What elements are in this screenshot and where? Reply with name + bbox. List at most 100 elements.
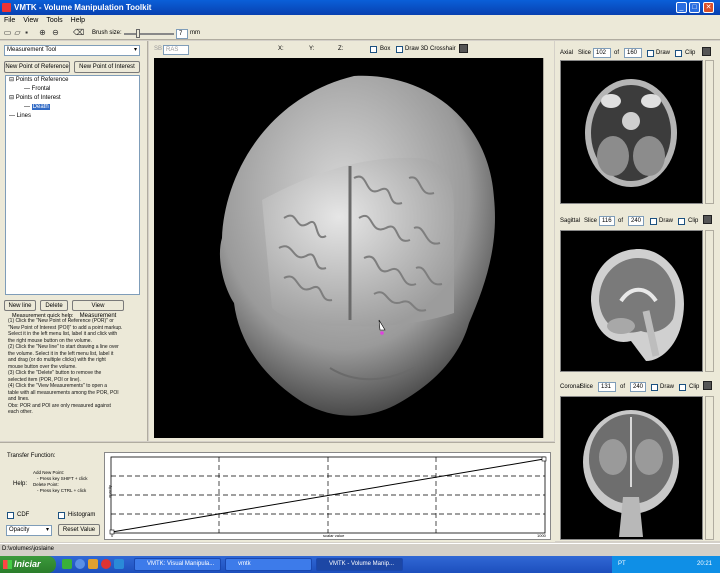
histogram-label: Histogram (68, 512, 96, 518)
coronal-mri-image (583, 410, 679, 537)
coronal-label: Coronal (560, 384, 582, 390)
coordinate-system-select[interactable]: RAS (163, 45, 189, 55)
sagittal-slice-input[interactable]: 116 (599, 216, 615, 226)
brush-size-slider[interactable] (124, 33, 174, 35)
taskbar-item-vmtk-visual[interactable]: VMTK: Visual Manipula... (134, 558, 221, 571)
axial-of-label: of (614, 50, 620, 56)
transfer-function-editor[interactable]: scalar value 0 1000 opacity (104, 452, 551, 540)
menu-tools[interactable]: Tools (42, 15, 66, 26)
delete-button[interactable]: Delete (40, 300, 68, 311)
quicklaunch-icon[interactable] (88, 559, 98, 569)
tool-dropdown[interactable]: Measurement Tool ▾ (4, 45, 140, 56)
view-measurement-button[interactable]: View Measurement (72, 300, 124, 319)
close-button[interactable]: ✕ (703, 2, 714, 13)
sagittal-slice-view[interactable] (560, 230, 703, 372)
axial-slice-total: 160 (624, 48, 642, 58)
viewport-scrollbar[interactable] (543, 58, 552, 438)
snapshot-icon[interactable] (459, 44, 468, 53)
axial-slice-view[interactable] (560, 60, 703, 204)
new-line-button[interactable]: New line (4, 300, 36, 311)
x-label: X: (278, 46, 284, 52)
sagittal-label: Sagittal (560, 218, 581, 224)
y-axis-label: opacity (106, 485, 112, 498)
measurement-tree[interactable]: ⊟ Points of Reference — Frontal ⊟ Points… (5, 75, 140, 295)
sagittal-scrollbar[interactable] (705, 230, 714, 372)
coronal-slice-view[interactable] (560, 396, 703, 540)
quicklaunch-icon[interactable] (101, 559, 111, 569)
taskbar-item-vmtk-console[interactable]: vmtk (225, 558, 312, 571)
brush-size-value[interactable]: 7 (176, 29, 188, 39)
cdf-label: CDF (17, 512, 30, 518)
quicklaunch-icon[interactable] (114, 559, 124, 569)
menu-view[interactable]: View (19, 15, 42, 26)
collapse-icon[interactable]: ⊟ (9, 77, 14, 83)
tree-item-por[interactable]: ⊟ Points of Reference (6, 76, 139, 85)
sb-label: SB (154, 46, 163, 52)
tree-item-label: Points of Reference (15, 77, 69, 83)
maximize-button[interactable]: □ (689, 2, 700, 13)
new-point-of-reference-button[interactable]: New Point of Reference (4, 61, 70, 73)
volume-render (219, 75, 495, 416)
reset-value-button[interactable]: Reset Value (58, 524, 100, 536)
tree-item-death[interactable]: — Death (6, 103, 139, 112)
minimize-button[interactable]: _ (676, 2, 687, 13)
title-bar: VMTK - Volume Manipulation Toolkit (0, 0, 720, 15)
transfer-help-label: Help: (13, 481, 28, 487)
new-icon[interactable]: ▭ (3, 28, 12, 37)
quicklaunch-icon[interactable] (75, 559, 85, 569)
coronal-clip-checkbox[interactable] (679, 384, 686, 391)
z-label: Z: (338, 46, 344, 52)
new-point-of-interest-button[interactable]: New Point of Interest (74, 61, 140, 73)
tf-control-point[interactable] (541, 456, 547, 462)
tree-item-label: Frontal (31, 86, 51, 92)
menu-help[interactable]: Help (67, 15, 89, 26)
zoom-in-icon[interactable]: ⊕ (38, 28, 47, 37)
collapse-icon[interactable]: ⊟ (9, 95, 14, 101)
tree-item-lines[interactable]: — Lines (6, 112, 139, 121)
help-line: each other. (8, 409, 33, 415)
box-label: Box (380, 46, 391, 52)
box-checkbox[interactable] (370, 46, 377, 53)
coronal-clip-label: Clip (689, 384, 700, 390)
tree-item-label: Lines (16, 113, 32, 119)
opacity-select[interactable]: Opacity ▾ (6, 525, 52, 536)
draw-3d-crosshair-checkbox[interactable] (396, 46, 403, 53)
cdf-checkbox[interactable] (7, 512, 14, 519)
axial-scrollbar[interactable] (705, 60, 714, 204)
x-axis-min: 0 (111, 533, 114, 538)
tree-item-frontal[interactable]: — Frontal (6, 85, 139, 94)
sagittal-draw-label: Draw (659, 218, 674, 224)
menu-file[interactable]: File (0, 15, 19, 26)
language-indicator[interactable]: PT (618, 556, 626, 573)
coronal-draw-checkbox[interactable] (651, 384, 658, 391)
tree-item-label: Points of Interest (15, 95, 61, 101)
tree-item-poi[interactable]: ⊟ Points of Interest (6, 94, 139, 103)
coronal-scrollbar[interactable] (705, 396, 714, 540)
x-axis-label: scalar value (323, 533, 345, 538)
chevron-down-icon: ▾ (133, 47, 137, 53)
opacity-select-value: Opacity (9, 527, 30, 533)
eraser-icon[interactable]: ⌫ (73, 28, 84, 37)
menu-bar: File View Tools Help (0, 15, 720, 26)
axial-clip-checkbox[interactable] (675, 50, 682, 57)
brush-slider-thumb[interactable] (136, 29, 140, 38)
sagittal-snapshot-icon[interactable] (703, 215, 712, 224)
histogram-checkbox[interactable] (58, 512, 65, 519)
save-icon[interactable]: ▪ (22, 28, 31, 37)
open-icon[interactable]: ▱ (13, 28, 22, 37)
sagittal-draw-checkbox[interactable] (650, 218, 657, 225)
axial-slice-input[interactable]: 102 (593, 48, 611, 58)
app-icon (2, 3, 11, 12)
taskbar-item-vmtk-main[interactable]: VMTK - Volume Manip... (316, 558, 403, 571)
axial-snapshot-icon[interactable] (702, 47, 711, 56)
sagittal-clip-checkbox[interactable] (678, 218, 685, 225)
zoom-out-icon[interactable]: ⊖ (51, 28, 60, 37)
coronal-snapshot-icon[interactable] (703, 381, 712, 390)
quicklaunch-icon[interactable] (62, 559, 72, 569)
sagittal-slice-label: Slice (584, 218, 598, 224)
axial-label: Axial (560, 50, 574, 56)
3d-volume-viewport[interactable] (154, 58, 552, 438)
axial-draw-checkbox[interactable] (647, 50, 654, 57)
coronal-slice-input[interactable]: 131 (598, 382, 616, 392)
status-bar: D:\volumes\joslaine (0, 543, 720, 555)
